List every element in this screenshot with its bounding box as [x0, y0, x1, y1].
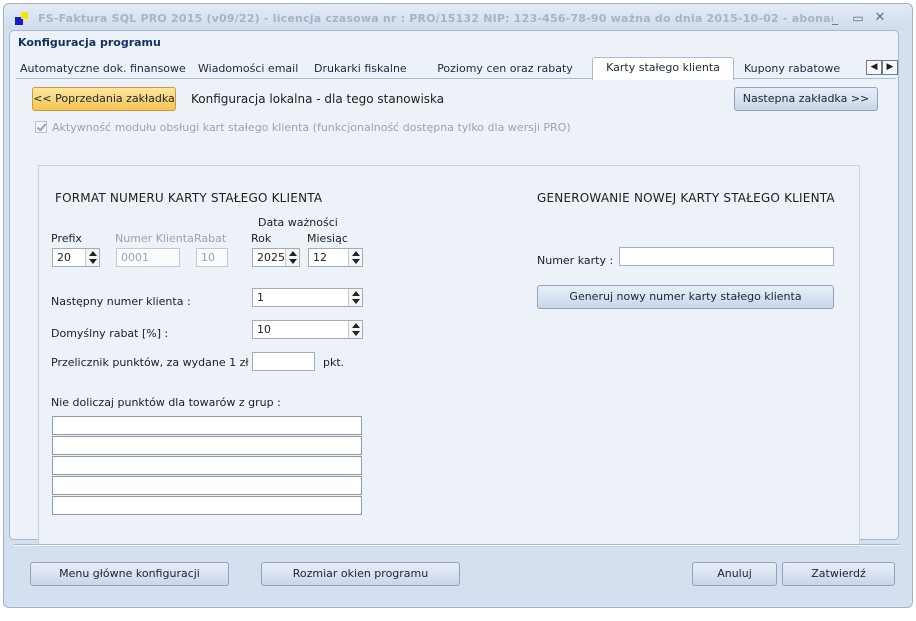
- window-size-button[interactable]: Rozmiar okien programu: [261, 562, 460, 586]
- prefix-label: Prefix: [51, 232, 82, 245]
- tab-email-messages[interactable]: Wiadomości email: [198, 61, 298, 79]
- main-menu-label: Menu główne konfiguracji: [59, 567, 200, 580]
- next-tab-button[interactable]: Nastepna zakładka >>: [734, 87, 878, 111]
- client-number-value: 0001: [121, 251, 149, 264]
- discount-code-value: 10: [201, 251, 215, 264]
- client-number-field: 0001: [116, 248, 180, 267]
- card-number-label: Numer karty :: [537, 254, 614, 267]
- month-spin-icon[interactable]: [348, 249, 362, 266]
- cancel-button[interactable]: Anuluj: [692, 562, 777, 586]
- discount-code-label: Rabat: [194, 232, 227, 245]
- tab-fiscal-printers[interactable]: Drukarki fiskalne: [314, 61, 407, 79]
- discount-code-field: 10: [196, 248, 228, 267]
- default-discount-stepper[interactable]: 10: [252, 320, 363, 339]
- window-title: FS-Faktura SQL PRO 2015 (v09/22) - licen…: [38, 12, 833, 25]
- prefix-value: 20: [57, 251, 71, 264]
- exclude-groups-label: Nie doliczaj punktów dla towarów z grup …: [51, 396, 281, 409]
- app-logo-icon: [15, 12, 29, 26]
- points-rate-input[interactable]: [252, 352, 315, 371]
- main-menu-button[interactable]: Menu główne konfiguracji: [30, 562, 229, 586]
- exclude-group-field-4[interactable]: [52, 476, 362, 495]
- module-active-label: Aktywność modułu obsługi kart stałego kl…: [52, 121, 571, 134]
- client-number-label: Numer Klienta: [115, 232, 194, 245]
- default-discount-value: 10: [257, 323, 271, 336]
- module-active-checkbox[interactable]: [35, 121, 47, 133]
- close-button[interactable]: ✕: [871, 9, 889, 27]
- generate-card-number-button[interactable]: Generuj nowy numer karty stałego klienta: [537, 285, 834, 309]
- title-bar: FS-Faktura SQL PRO 2015 (v09/22) - licen…: [4, 4, 912, 30]
- generate-card-number-label: Generuj nowy numer karty stałego klienta: [569, 290, 802, 303]
- year-value: 2025: [257, 251, 285, 264]
- config-panel: Konfiguracja programu Automatyczne dok. …: [9, 30, 899, 547]
- month-stepper[interactable]: 12: [308, 248, 363, 267]
- next-client-number-stepper[interactable]: 1: [252, 288, 363, 307]
- cancel-label: Anuluj: [717, 567, 752, 580]
- confirm-button[interactable]: Zatwierdź: [782, 562, 895, 586]
- local-config-label: Konfiguracja lokalna - dla tego stanowis…: [191, 92, 445, 106]
- tab-bar: Automatyczne dok. finansowe Wiadomości e…: [16, 57, 898, 80]
- month-value: 12: [313, 251, 327, 264]
- exclude-group-field-1[interactable]: [52, 416, 362, 435]
- tab-automatic-finance-docs[interactable]: Automatyczne dok. finansowe: [20, 61, 186, 79]
- tab-content: << Poprzedania zakładka Konfiguracja lok…: [16, 79, 896, 547]
- prefix-spin-icon[interactable]: [85, 249, 99, 266]
- exclude-group-field-3[interactable]: [52, 456, 362, 475]
- exclude-group-field-2[interactable]: [52, 436, 362, 455]
- month-label: Miesiąc: [307, 232, 348, 245]
- next-client-number-value: 1: [257, 291, 264, 304]
- year-stepper[interactable]: 2025: [252, 248, 300, 267]
- next-client-number-spin-icon[interactable]: [348, 289, 362, 306]
- next-client-number-label: Następny numer klienta :: [51, 295, 191, 308]
- window-size-label: Rozmiar okien programu: [292, 567, 429, 580]
- tab-discount-coupons[interactable]: Kupony rabatowe: [744, 61, 840, 79]
- tab-price-levels-discounts[interactable]: Poziomy cen oraz rabaty: [436, 61, 574, 79]
- prefix-stepper[interactable]: 20: [52, 248, 100, 267]
- minimize-button[interactable]: _: [826, 9, 844, 27]
- loyalty-card-settings-group: FORMAT NUMERU KARTY STAŁEGO KLIENTA Data…: [38, 165, 860, 547]
- default-discount-spin-icon[interactable]: [348, 321, 362, 338]
- prev-tab-button[interactable]: << Poprzedania zakładka: [32, 87, 176, 111]
- footer-separator: [14, 544, 900, 546]
- app-window: FS-Faktura SQL PRO 2015 (v09/22) - licen…: [3, 3, 913, 608]
- tab-scroll-left-icon[interactable]: ◀: [866, 60, 882, 75]
- generate-heading: GENEROWANIE NOWEJ KARTY STAŁEGO KLIENTA: [537, 191, 835, 205]
- tab-scroll-right-icon[interactable]: ▶: [882, 60, 898, 75]
- default-discount-label: Domyślny rabat [%] :: [51, 327, 169, 340]
- maximize-button[interactable]: ▭: [849, 9, 867, 27]
- card-number-input[interactable]: [619, 247, 834, 266]
- year-label: Rok: [251, 232, 272, 245]
- exclude-group-field-5[interactable]: [52, 496, 362, 515]
- section-title: Konfiguracja programu: [18, 36, 161, 49]
- points-unit-label: pkt.: [323, 356, 345, 369]
- points-rate-label: Przelicznik punktów, za wydane 1 zł =: [51, 356, 262, 369]
- expiry-date-label: Data ważności: [258, 216, 338, 229]
- confirm-label: Zatwierdź: [811, 567, 866, 580]
- tab-loyalty-cards[interactable]: Karty stałego klienta: [592, 57, 734, 80]
- year-spin-icon[interactable]: [285, 249, 299, 266]
- format-heading: FORMAT NUMERU KARTY STAŁEGO KLIENTA: [55, 191, 323, 205]
